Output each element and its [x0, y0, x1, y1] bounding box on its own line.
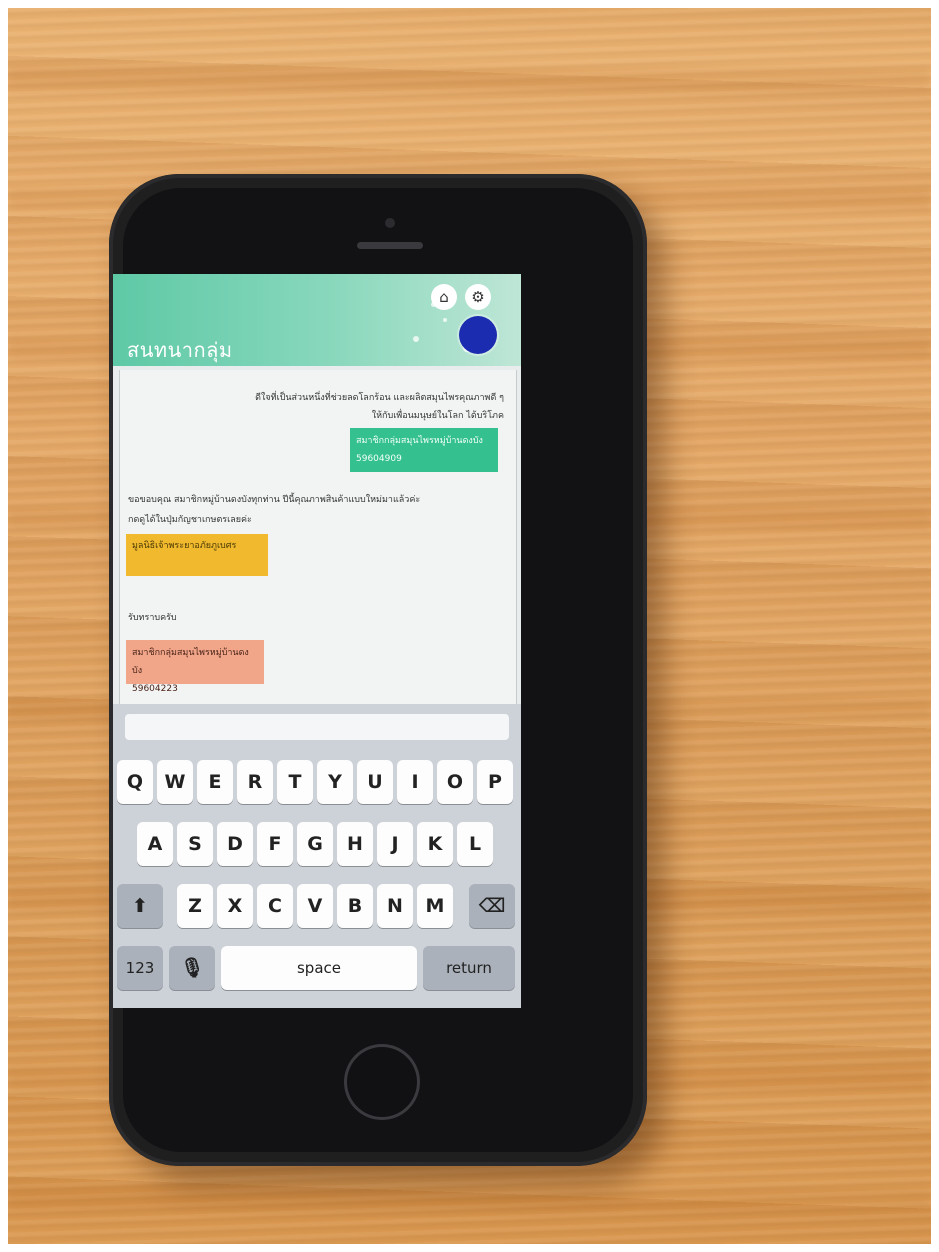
app-header: ⌂ ⚙ สนทนากลุ่ม	[113, 274, 521, 366]
photo-background: ⌂ ⚙ สนทนากลุ่ม ดีใจที่เป็นส่วนหนึ่งที่ช่…	[8, 8, 931, 1244]
return-key[interactable]: return	[423, 946, 515, 990]
sender-name: มูลนิธิเจ้าพระยาอภัยภูเบศร	[132, 541, 237, 551]
phone-screen: ⌂ ⚙ สนทนากลุ่ม ดีใจที่เป็นส่วนหนึ่งที่ช่…	[113, 274, 521, 1008]
front-camera	[385, 218, 395, 228]
gear-icon[interactable]: ⚙	[465, 284, 491, 310]
key-r[interactable]: R	[237, 760, 273, 804]
key-t[interactable]: T	[277, 760, 313, 804]
key-o[interactable]: O	[437, 760, 473, 804]
key-u[interactable]: U	[357, 760, 393, 804]
sender-tag[interactable]: มูลนิธิเจ้าพระยาอภัยภูเบศร	[126, 534, 268, 576]
key-i[interactable]: I	[397, 760, 433, 804]
key-b[interactable]: B	[337, 884, 373, 928]
shift-icon[interactable]: ⬆	[117, 884, 163, 928]
key-g[interactable]: G	[297, 822, 333, 866]
key-k[interactable]: K	[417, 822, 453, 866]
message-text: กดดูได้ในปุ่มกัญชาเกษตรเลยค่ะ	[128, 515, 252, 525]
sender-id: 59604223	[132, 684, 178, 694]
key-d[interactable]: D	[217, 822, 253, 866]
key-m[interactable]: M	[417, 884, 453, 928]
decor-dot	[443, 318, 447, 322]
space-key[interactable]: space	[221, 946, 417, 990]
message-text: รับทราบครับ	[128, 613, 177, 623]
key-w[interactable]: W	[157, 760, 193, 804]
key-v[interactable]: V	[297, 884, 333, 928]
key-n[interactable]: N	[377, 884, 413, 928]
message-text: ให้กับเพื่อนมนุษย์ในโลก ได้บริโภค	[371, 411, 504, 421]
backspace-icon[interactable]: ⌫	[469, 884, 515, 928]
page-title: สนทนากลุ่ม	[127, 338, 233, 362]
onscreen-keyboard: Q W E R T Y U I O P A S D F G H J K L ⬆ …	[113, 704, 521, 1008]
message-text: ขอขอบคุณ สมาชิกหมู่บ้านดงบังทุกท่าน ปีนี…	[128, 495, 421, 505]
key-p[interactable]: P	[477, 760, 513, 804]
chat-message-list[interactable]: ดีใจที่เป็นส่วนหนึ่งที่ช่วยลดโลกร้อน และ…	[119, 370, 517, 708]
sender-id: 59604909	[356, 454, 402, 464]
sender-tag[interactable]: สมาชิกกลุ่มสมุนไพรหมู่บ้านดงบัง 59604909	[350, 428, 498, 472]
message-text: ดีใจที่เป็นส่วนหนึ่งที่ช่วยลดโลกร้อน และ…	[255, 393, 504, 403]
key-e[interactable]: E	[197, 760, 233, 804]
key-x[interactable]: X	[217, 884, 253, 928]
sender-name: สมาชิกกลุ่มสมุนไพรหมู่บ้านดงบัง	[132, 648, 249, 676]
key-c[interactable]: C	[257, 884, 293, 928]
earpiece-speaker	[357, 242, 423, 249]
home-icon[interactable]: ⌂	[431, 284, 457, 310]
key-l[interactable]: L	[457, 822, 493, 866]
key-y[interactable]: Y	[317, 760, 353, 804]
key-h[interactable]: H	[337, 822, 373, 866]
key-f[interactable]: F	[257, 822, 293, 866]
avatar[interactable]	[459, 316, 497, 354]
decor-dot	[413, 336, 419, 342]
key-a[interactable]: A	[137, 822, 173, 866]
home-button[interactable]	[344, 1044, 420, 1120]
key-s[interactable]: S	[177, 822, 213, 866]
microphone-icon[interactable]: 🎙	[169, 946, 215, 990]
numbers-key[interactable]: 123	[117, 946, 163, 990]
sender-tag[interactable]: สมาชิกกลุ่มสมุนไพรหมู่บ้านดงบัง 59604223	[126, 640, 264, 694]
key-q[interactable]: Q	[117, 760, 153, 804]
key-z[interactable]: Z	[177, 884, 213, 928]
wood-grain	[8, 1188, 931, 1210]
key-j[interactable]: J	[377, 822, 413, 866]
message-input[interactable]	[125, 714, 509, 740]
sender-name: สมาชิกกลุ่มสมุนไพรหมู่บ้านดงบัง	[356, 436, 483, 446]
wood-grain	[8, 68, 931, 90]
